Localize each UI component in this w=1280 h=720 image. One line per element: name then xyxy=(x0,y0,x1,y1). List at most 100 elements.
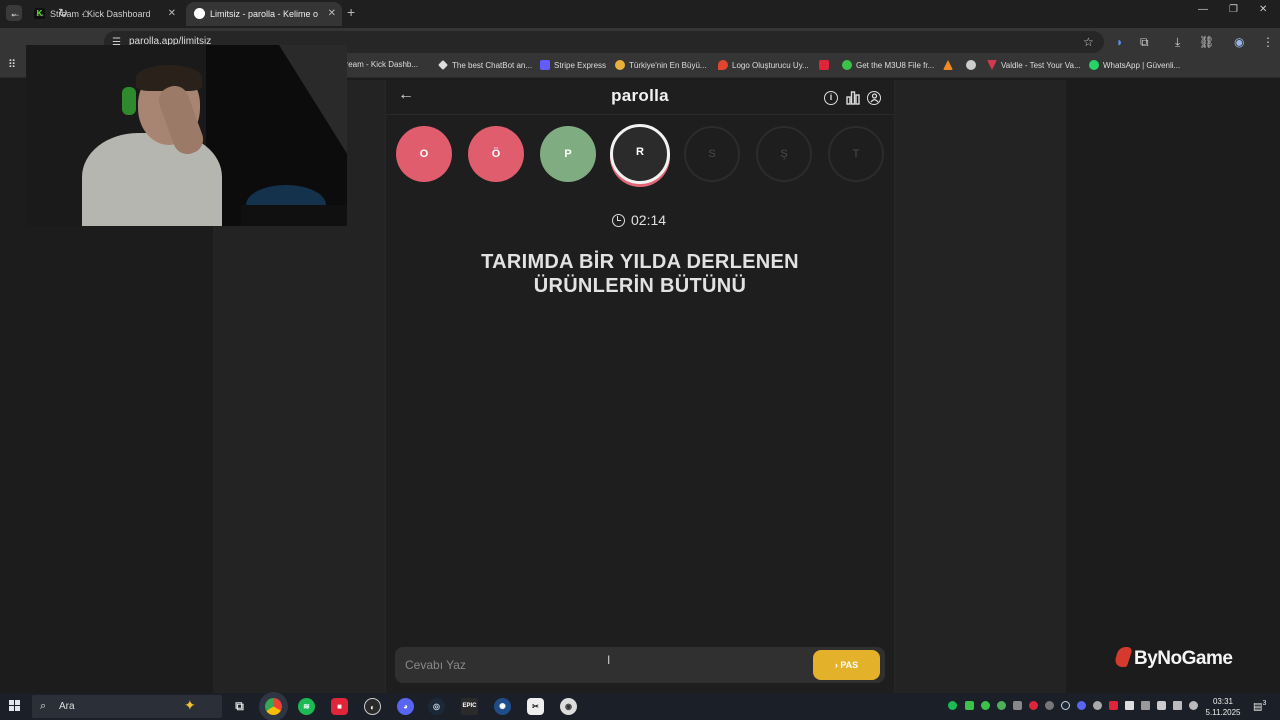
battlenet-icon[interactable]: ✺ xyxy=(494,698,511,715)
forward-icon[interactable]: → xyxy=(34,6,46,20)
m3u8-icon xyxy=(842,60,852,70)
back-icon[interactable]: ← xyxy=(9,6,21,20)
apps-grid-icon[interactable]: ⠿ xyxy=(8,58,16,71)
pass-button[interactable]: › PAS xyxy=(813,650,880,680)
letter-circle-o-umlaut: Ö xyxy=(468,126,524,182)
steam-icon[interactable]: ◎ xyxy=(428,698,445,715)
answer-input[interactable] xyxy=(405,656,785,674)
home-icon[interactable]: ⌂ xyxy=(82,6,89,20)
menu-icon[interactable]: ⋮ xyxy=(1262,35,1274,49)
extensions-puzzle-icon[interactable]: ⧉ xyxy=(1140,35,1149,50)
notification-count: 3 xyxy=(1262,700,1267,707)
back-arrow-icon[interactable]: ← xyxy=(398,86,414,104)
app-red-icon[interactable]: ■ xyxy=(331,698,348,715)
capcut-icon[interactable]: ✂ xyxy=(527,698,544,715)
letter-circle-s: S xyxy=(684,126,740,182)
webcam-desk xyxy=(241,205,347,226)
obs-icon[interactable]: ◐ xyxy=(364,698,381,715)
bookmark-red[interactable] xyxy=(819,60,833,70)
tray-gear-icon[interactable] xyxy=(1093,701,1102,710)
tab-title: Limitsiz - parolla - Kelime o xyxy=(210,9,319,19)
tray-app-icon[interactable] xyxy=(965,701,974,710)
site-icon xyxy=(615,60,625,70)
download-icon[interactable]: ⤓ xyxy=(1175,35,1180,50)
clock-time: 03:31 xyxy=(1212,697,1234,706)
bookmark-logo[interactable]: Logo Oluşturucu Uy... xyxy=(718,60,809,70)
tray-microphone-icon[interactable] xyxy=(1157,701,1166,710)
bynogame-logo-icon xyxy=(1112,647,1134,667)
tray-steam-icon[interactable] xyxy=(1061,701,1070,710)
epic-games-icon[interactable]: EPIC xyxy=(461,698,478,715)
reload-icon[interactable]: ↻ xyxy=(58,6,68,20)
tray-red-icon[interactable] xyxy=(1109,701,1118,710)
tab-parolla[interactable]: Limitsiz - parolla - Kelime o ✕ xyxy=(186,2,342,26)
tray-volume-icon[interactable] xyxy=(1189,701,1198,710)
tray-spotify-icon[interactable] xyxy=(948,701,957,710)
tray-green-icon[interactable] xyxy=(981,701,990,710)
stripe-icon xyxy=(540,60,550,70)
bookmark-orange[interactable] xyxy=(943,60,957,70)
stats-icon[interactable] xyxy=(846,91,860,105)
chrome-icon[interactable] xyxy=(265,698,282,715)
bookmark-chatbot[interactable]: The best ChatBot an... xyxy=(438,60,532,70)
discord-icon[interactable]: ◕ xyxy=(397,698,414,715)
headset xyxy=(122,87,136,115)
extension-icon[interactable]: ◗ xyxy=(1116,35,1123,49)
red-site-icon xyxy=(819,60,829,70)
clock-date: 5.11.2025 xyxy=(1205,708,1241,717)
tab-kick-dashboard[interactable]: K Stream - Kick Dashboard ✕ xyxy=(26,2,182,26)
close-tab-icon[interactable]: ✕ xyxy=(168,2,176,26)
tray-discord-icon[interactable] xyxy=(1077,701,1086,710)
tray-network-icon[interactable] xyxy=(1173,701,1182,710)
task-view-icon[interactable]: ⧉ xyxy=(231,698,248,715)
bookmark-kick[interactable]: Stream - Kick Dashb... xyxy=(338,60,418,69)
clock-icon xyxy=(612,214,625,227)
globe-icon xyxy=(966,60,976,70)
copilot-sparkle-icon[interactable]: ✦ xyxy=(184,697,196,714)
taskbar-search-text[interactable]: Ara xyxy=(59,701,75,712)
brand-title[interactable]: parolla xyxy=(540,86,740,106)
question-line-1: TARIMDA BİR YILDA DERLENEN xyxy=(481,251,799,273)
sponsor-name: ByNoGame xyxy=(1134,648,1233,669)
question-text: TARIMDA BİR YILDA DERLENEN ÜRÜNLERİN BÜT… xyxy=(440,250,840,298)
new-tab-button[interactable]: + xyxy=(347,4,355,20)
tray-box-icon[interactable] xyxy=(1013,701,1022,710)
bookmark-stripe[interactable]: Stripe Express xyxy=(540,60,606,70)
parolla-icon xyxy=(194,8,205,19)
tray-windows-icon[interactable] xyxy=(1125,701,1134,710)
bookmark-turkiye[interactable]: Türkiye'nin En Büyü... xyxy=(615,60,707,70)
close-tab-icon[interactable]: ✕ xyxy=(328,2,336,26)
chatbot-icon xyxy=(438,60,448,70)
webcam-overlay xyxy=(26,45,347,226)
bookmark-whatsapp[interactable]: WhatsApp | Güvenli... xyxy=(1089,60,1180,70)
notification-icon[interactable]: ▤3 xyxy=(1253,700,1266,712)
close-window-icon[interactable]: ✕ xyxy=(1259,4,1267,15)
chevron-right-icon: › xyxy=(834,660,838,670)
restore-icon[interactable]: ❐ xyxy=(1229,4,1238,15)
bookmark-globe[interactable] xyxy=(966,60,980,70)
link-icon[interactable]: ⛓ xyxy=(1199,35,1214,49)
whatsapp-icon xyxy=(1089,60,1099,70)
bookmark-star-icon[interactable]: ☆ xyxy=(1083,35,1094,49)
info-icon[interactable]: i xyxy=(824,91,838,105)
windows-start-icon[interactable] xyxy=(9,700,21,712)
app-circle-icon[interactable]: ◉ xyxy=(560,698,577,715)
profile-icon[interactable] xyxy=(867,91,881,105)
letter-circle-r-current: R xyxy=(610,124,670,184)
spotify-icon[interactable]: ≋ xyxy=(298,698,315,715)
triangle-icon xyxy=(943,60,953,70)
valdle-icon xyxy=(987,60,997,70)
bookmark-valdle[interactable]: Valdle - Test Your Va... xyxy=(987,60,1081,70)
text-cursor-icon: I xyxy=(607,653,611,667)
minimize-icon[interactable]: — xyxy=(1198,4,1208,15)
profile-avatar-icon[interactable]: ◉ xyxy=(1234,35,1244,49)
tray-check-icon[interactable] xyxy=(997,701,1006,710)
tray-security-icon[interactable] xyxy=(1141,701,1150,710)
tray-circle-icon[interactable] xyxy=(1045,701,1054,710)
taskbar-clock[interactable]: 03:31 5.11.2025 xyxy=(1200,696,1246,718)
bookmark-m3u8[interactable]: Get the M3U8 File fr... xyxy=(842,60,934,70)
tray-mic-icon[interactable] xyxy=(1029,701,1038,710)
timer: 02:14 xyxy=(612,212,666,228)
logo-maker-icon xyxy=(718,60,728,70)
question-line-2: ÜRÜNLERİN BÜTÜNÜ xyxy=(533,275,747,297)
